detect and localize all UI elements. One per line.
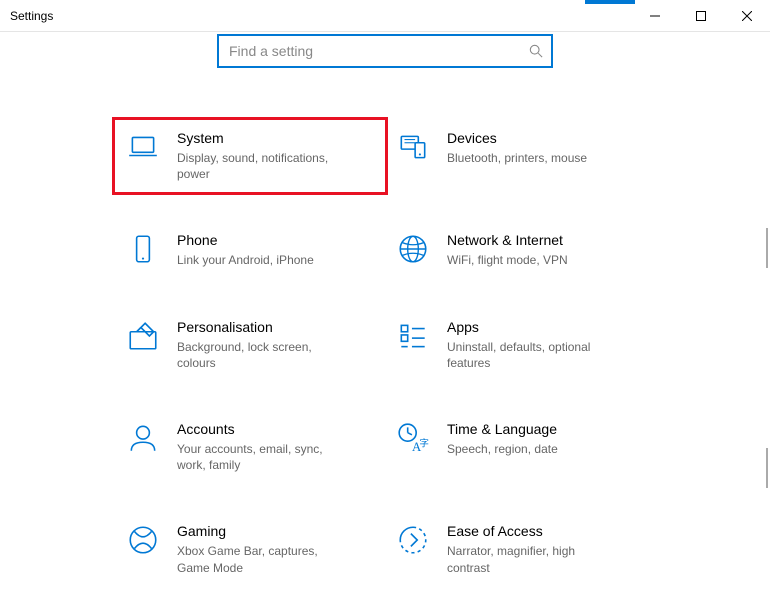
- devices-icon: [395, 130, 431, 166]
- category-desc: Uninstall, defaults, optional features: [447, 339, 617, 371]
- laptop-icon: [125, 130, 161, 166]
- window-accent-indicator: [585, 0, 635, 4]
- category-desc: Background, lock screen, colours: [177, 339, 347, 371]
- paint-icon: [125, 319, 161, 355]
- category-personalisation[interactable]: Personalisation Background, lock screen,…: [115, 309, 385, 381]
- apps-list-icon: [395, 319, 431, 355]
- category-title: Personalisation: [177, 319, 347, 335]
- category-desc: Narrator, magnifier, high contrast: [447, 543, 617, 575]
- category-phone[interactable]: Phone Link your Android, iPhone: [115, 222, 385, 278]
- category-desc: WiFi, flight mode, VPN: [447, 252, 568, 268]
- globe-icon: [395, 232, 431, 268]
- category-title: Time & Language: [447, 421, 558, 437]
- category-desc: Your accounts, email, sync, work, family: [177, 441, 347, 473]
- category-system[interactable]: System Display, sound, notifications, po…: [115, 120, 385, 192]
- person-icon: [125, 421, 161, 457]
- category-title: Apps: [447, 319, 617, 335]
- window-controls: [632, 0, 770, 31]
- ease-of-access-icon: [395, 523, 431, 559]
- category-desc: Speech, region, date: [447, 441, 558, 457]
- xbox-icon: [125, 523, 161, 559]
- titlebar: Settings: [0, 0, 770, 32]
- category-desc: Display, sound, notifications, power: [177, 150, 347, 182]
- category-title: Devices: [447, 130, 587, 146]
- category-devices[interactable]: Devices Bluetooth, printers, mouse: [385, 120, 655, 192]
- category-ease-of-access[interactable]: Ease of Access Narrator, magnifier, high…: [385, 513, 655, 585]
- close-button[interactable]: [724, 0, 770, 32]
- category-title: Ease of Access: [447, 523, 617, 539]
- category-desc: Bluetooth, printers, mouse: [447, 150, 587, 166]
- category-apps[interactable]: Apps Uninstall, defaults, optional featu…: [385, 309, 655, 381]
- scrollbar[interactable]: [764, 228, 770, 588]
- search-container: [217, 34, 553, 68]
- category-desc: Xbox Game Bar, captures, Game Mode: [177, 543, 347, 575]
- category-accounts[interactable]: Accounts Your accounts, email, sync, wor…: [115, 411, 385, 483]
- category-network[interactable]: Network & Internet WiFi, flight mode, VP…: [385, 222, 655, 278]
- category-title: Phone: [177, 232, 314, 248]
- category-gaming[interactable]: Gaming Xbox Game Bar, captures, Game Mod…: [115, 513, 385, 585]
- category-title: Gaming: [177, 523, 347, 539]
- maximize-button[interactable]: [678, 0, 724, 32]
- window-title: Settings: [0, 9, 632, 23]
- category-title: Accounts: [177, 421, 347, 437]
- time-language-icon: A字: [395, 421, 431, 457]
- category-time-language[interactable]: A字 Time & Language Speech, region, date: [385, 411, 655, 483]
- categories-grid: System Display, sound, notifications, po…: [115, 120, 655, 586]
- category-title: Network & Internet: [447, 232, 568, 248]
- search-input[interactable]: [217, 34, 553, 68]
- phone-icon: [125, 232, 161, 268]
- category-title: System: [177, 130, 347, 146]
- category-desc: Link your Android, iPhone: [177, 252, 314, 268]
- minimize-button[interactable]: [632, 0, 678, 32]
- svg-text:字: 字: [419, 437, 429, 449]
